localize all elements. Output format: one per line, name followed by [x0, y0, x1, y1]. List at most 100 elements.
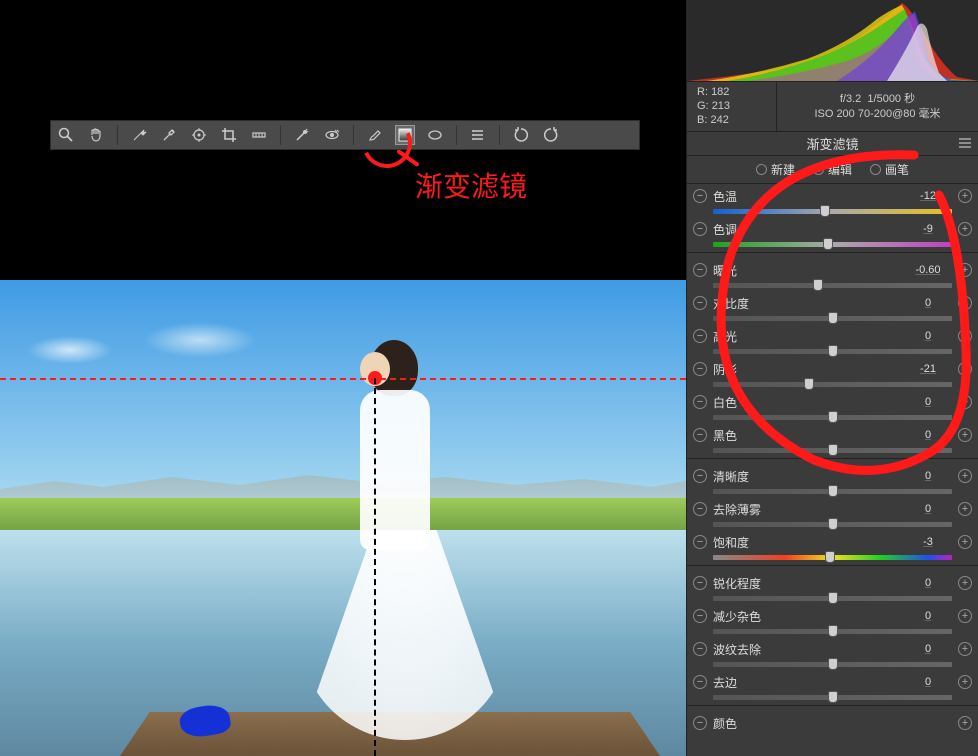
track-temp[interactable]: [713, 209, 952, 214]
plus-icon[interactable]: +: [958, 675, 972, 689]
value-saturation[interactable]: -3: [904, 536, 952, 548]
mode-edit-radio[interactable]: 编辑: [813, 161, 852, 178]
image-preview[interactable]: ›: [0, 280, 686, 756]
g-value: 213: [712, 100, 730, 112]
thumb-saturation[interactable]: [825, 551, 835, 563]
minus-icon[interactable]: −: [693, 189, 707, 203]
thumb-exposure[interactable]: [813, 279, 823, 291]
rotate-cw-icon[interactable]: [542, 126, 560, 144]
value-defringe[interactable]: 0: [904, 676, 952, 688]
target-adjust-tool-icon[interactable]: [190, 126, 208, 144]
thumb-tint[interactable]: [823, 238, 833, 250]
minus-icon[interactable]: −: [693, 535, 707, 549]
thumb-contrast[interactable]: [828, 312, 838, 324]
mode-new-radio[interactable]: 新建: [756, 161, 795, 178]
plus-icon[interactable]: +: [958, 395, 972, 409]
value-blacks[interactable]: 0: [904, 429, 952, 441]
plus-icon[interactable]: +: [958, 609, 972, 623]
crop-tool-icon[interactable]: [220, 126, 238, 144]
color-sampler-tool-icon[interactable]: [160, 126, 178, 144]
value-clarity[interactable]: 0: [904, 470, 952, 482]
value-temp[interactable]: -12: [904, 190, 952, 202]
minus-icon[interactable]: −: [693, 502, 707, 516]
hand-tool-icon[interactable]: [87, 126, 105, 144]
track-blacks[interactable]: [713, 448, 952, 453]
track-contrast[interactable]: [713, 316, 952, 321]
minus-icon[interactable]: −: [693, 642, 707, 656]
thumb-sharpness[interactable]: [828, 592, 838, 604]
track-sharpness[interactable]: [713, 596, 952, 601]
value-shadows[interactable]: -21: [904, 363, 952, 375]
track-defringe[interactable]: [713, 695, 952, 700]
thumb-moire[interactable]: [828, 658, 838, 670]
thumb-defringe[interactable]: [828, 691, 838, 703]
plus-icon[interactable]: +: [958, 502, 972, 516]
track-whites[interactable]: [713, 415, 952, 420]
straighten-tool-icon[interactable]: [250, 126, 268, 144]
minus-icon[interactable]: −: [693, 576, 707, 590]
plus-icon[interactable]: +: [958, 716, 972, 730]
track-shadows[interactable]: [713, 382, 952, 387]
plus-icon[interactable]: +: [958, 642, 972, 656]
track-noise[interactable]: [713, 629, 952, 634]
plus-icon[interactable]: +: [958, 535, 972, 549]
graduated-filter-tool-icon[interactable]: [396, 126, 414, 144]
minus-icon[interactable]: −: [693, 428, 707, 442]
plus-icon[interactable]: +: [958, 576, 972, 590]
track-saturation[interactable]: [713, 555, 952, 560]
mode-brush-radio[interactable]: 画笔: [870, 161, 909, 178]
white-balance-tool-icon[interactable]: [130, 126, 148, 144]
minus-icon[interactable]: −: [693, 716, 707, 730]
spot-removal-tool-icon[interactable]: [293, 126, 311, 144]
minus-icon[interactable]: −: [693, 222, 707, 236]
value-sharpness[interactable]: 0: [904, 577, 952, 589]
minus-icon[interactable]: −: [693, 469, 707, 483]
thumb-temp[interactable]: [820, 205, 830, 217]
minus-icon[interactable]: −: [693, 296, 707, 310]
value-noise[interactable]: 0: [904, 610, 952, 622]
plus-icon[interactable]: +: [958, 222, 972, 236]
histogram[interactable]: [687, 0, 978, 82]
track-tint[interactable]: [713, 242, 952, 247]
track-highlights[interactable]: [713, 349, 952, 354]
panel-menu-icon[interactable]: [958, 137, 972, 152]
value-contrast[interactable]: 0: [904, 297, 952, 309]
plus-icon[interactable]: +: [958, 428, 972, 442]
plus-icon[interactable]: +: [958, 296, 972, 310]
g-label: G:: [697, 100, 709, 112]
redeye-tool-icon[interactable]: [323, 126, 341, 144]
thumb-clarity[interactable]: [828, 485, 838, 497]
thumb-blacks[interactable]: [828, 444, 838, 456]
plus-icon[interactable]: +: [958, 362, 972, 376]
value-exposure[interactable]: -0.60: [904, 264, 952, 276]
thumb-dehaze[interactable]: [828, 518, 838, 530]
value-tint[interactable]: -9: [904, 223, 952, 235]
minus-icon[interactable]: −: [693, 263, 707, 277]
minus-icon[interactable]: −: [693, 362, 707, 376]
track-exposure[interactable]: [713, 283, 952, 288]
track-clarity[interactable]: [713, 489, 952, 494]
plus-icon[interactable]: +: [958, 329, 972, 343]
value-dehaze[interactable]: 0: [904, 503, 952, 515]
plus-icon[interactable]: +: [958, 469, 972, 483]
plus-icon[interactable]: +: [958, 263, 972, 277]
track-moire[interactable]: [713, 662, 952, 667]
minus-icon[interactable]: −: [693, 675, 707, 689]
value-moire[interactable]: 0: [904, 643, 952, 655]
zoom-tool-icon[interactable]: [57, 126, 75, 144]
thumb-whites[interactable]: [828, 411, 838, 423]
presets-icon[interactable]: [469, 126, 487, 144]
thumb-noise[interactable]: [828, 625, 838, 637]
minus-icon[interactable]: −: [693, 609, 707, 623]
plus-icon[interactable]: +: [958, 189, 972, 203]
radial-filter-tool-icon[interactable]: [426, 126, 444, 144]
minus-icon[interactable]: −: [693, 329, 707, 343]
track-dehaze[interactable]: [713, 522, 952, 527]
adjustment-brush-tool-icon[interactable]: [366, 126, 384, 144]
value-whites[interactable]: 0: [904, 396, 952, 408]
minus-icon[interactable]: −: [693, 395, 707, 409]
value-highlights[interactable]: 0: [904, 330, 952, 342]
thumb-highlights[interactable]: [828, 345, 838, 357]
thumb-shadows[interactable]: [804, 378, 814, 390]
rotate-ccw-icon[interactable]: [512, 126, 530, 144]
